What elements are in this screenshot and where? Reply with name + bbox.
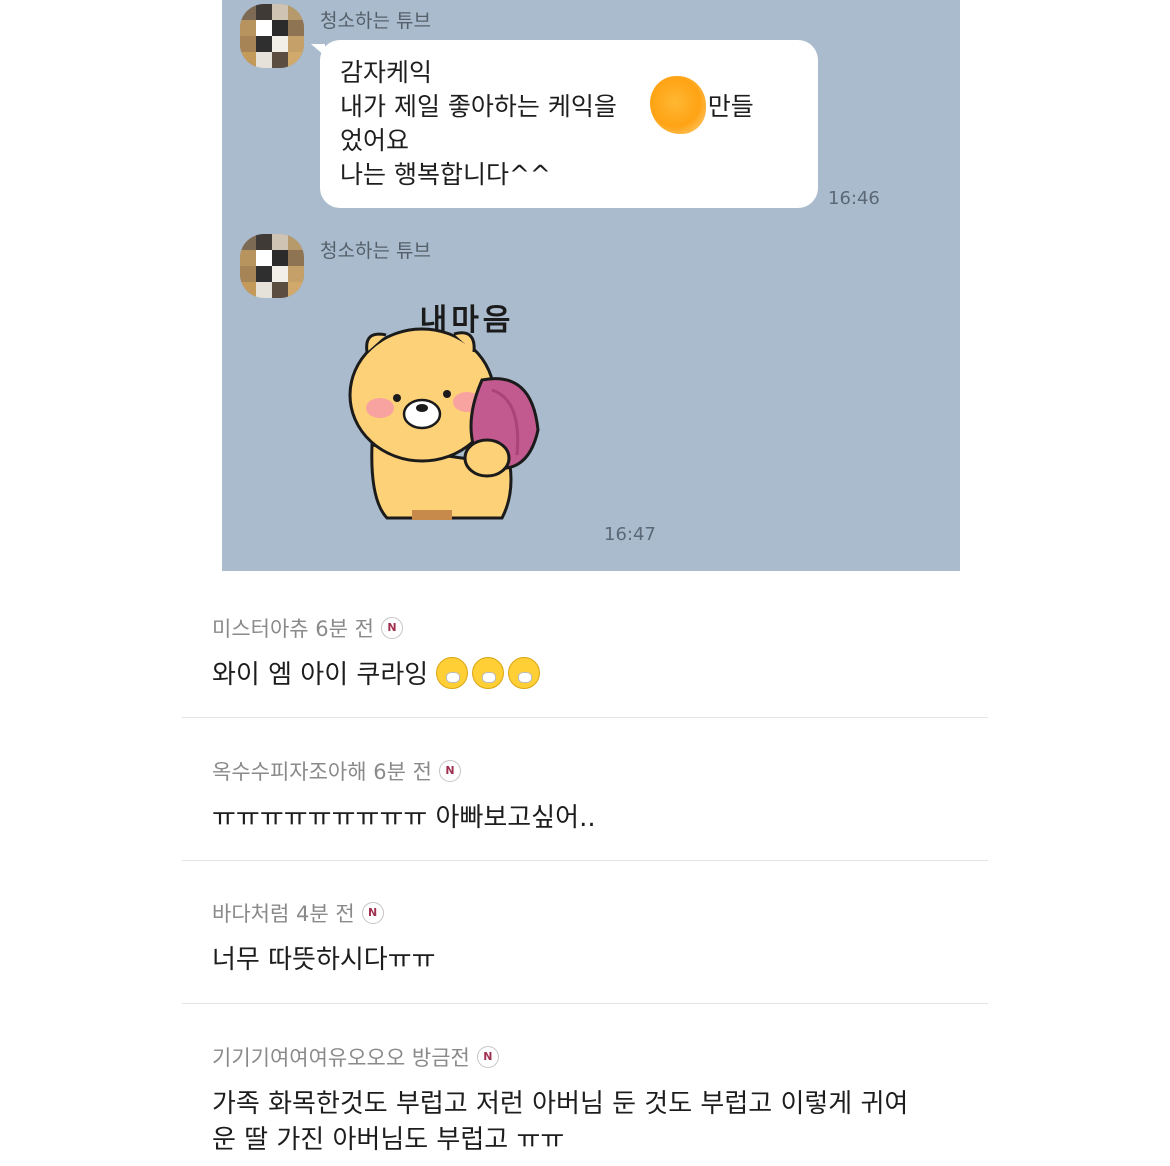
- comment-author[interactable]: 바다처럼: [212, 898, 289, 928]
- message-line: 었어요: [340, 126, 410, 155]
- new-badge-icon: N: [438, 760, 461, 782]
- comment-author[interactable]: 기기기여여여유오오오: [212, 1042, 405, 1072]
- comment-author[interactable]: 미스터아츄: [212, 613, 309, 643]
- sender-avatar: [240, 234, 304, 298]
- message-bubble: 감자케익 내가 제일 좋아하는 케익을 가 만들 었어요 나는 행복합니다^^: [311, 40, 818, 208]
- comment-time: 6분 전: [373, 760, 432, 784]
- sender-name: 청소하는 튜브: [320, 10, 431, 32]
- comment-text: 와이 엠 아이 쿠라잉: [212, 657, 972, 693]
- comment-text: ㅠㅠㅠㅠㅠㅠㅠㅠㅠ 아빠보고싶어..: [212, 803, 596, 833]
- message-time: 16:46: [828, 188, 880, 209]
- comment-divider: [182, 1003, 988, 1004]
- sneezing-face-icon: [436, 657, 469, 689]
- comment-time: 방금전: [411, 1046, 470, 1070]
- message-time: 16:47: [604, 524, 656, 545]
- comment-meta: 미스터아츄 6분 전 N: [212, 613, 972, 643]
- new-badge-icon: N: [361, 902, 384, 924]
- new-badge-icon: N: [380, 617, 403, 639]
- message-line: 감자케익: [340, 58, 433, 87]
- comment: 미스터아츄 6분 전 N 와이 엠 아이 쿠라잉: [212, 613, 972, 693]
- redaction-scribble: [650, 76, 706, 134]
- comment-meta: 바다처럼 4분 전 N: [212, 898, 972, 928]
- new-badge-icon: N: [476, 1046, 499, 1068]
- comment: 옥수수피자조아해 6분 전 N ㅠㅠㅠㅠㅠㅠㅠㅠㅠ 아빠보고싶어..: [212, 756, 972, 836]
- sender-avatar: [240, 4, 304, 68]
- comment-author[interactable]: 옥수수피자조아해: [212, 756, 367, 786]
- comment-text-content: 와이 엠 아이 쿠라잉: [212, 660, 429, 690]
- message-line-part: 내가 제일 좋아하는 케익을: [340, 92, 617, 121]
- comment-time: 4분 전: [295, 902, 355, 926]
- sneezing-face-icon: [508, 657, 541, 689]
- message-line: 나는 행복합니다^^: [340, 160, 551, 189]
- comment-text: 너무 따뜻하시다ㅠㅠ: [212, 945, 436, 975]
- comment-meta: 옥수수피자조아해 6분 전 N: [212, 756, 972, 786]
- comment: 기기기여여여유오오오 방금전 N 가족 화목한것도 부럽고 저런 아버님 둔 것도…: [212, 1042, 972, 1158]
- comment-meta: 기기기여여여유오오오 방금전 N: [212, 1042, 972, 1072]
- message-line: 내가 제일 좋아하는 케익을 가 만들: [340, 90, 798, 124]
- chunsik-sticker: 내마음: [348, 303, 540, 520]
- comment-divider: [182, 717, 988, 718]
- comment-text-line: 가족 화목한것도 부럽고 저런 아버님 둔 것도 부럽고 이렇게 귀여: [212, 1089, 909, 1119]
- comment-time: 6분 전: [315, 617, 374, 641]
- chat-screenshot: 청소하는 튜브 감자케익 내가 제일 좋아하는 케익을 가 만들 었어요 나는 행…: [222, 0, 960, 571]
- comment-divider: [182, 860, 988, 861]
- comment: 바다처럼 4분 전 N 너무 따뜻하시다ㅠㅠ: [212, 898, 972, 978]
- sneezing-face-icon: [472, 657, 505, 689]
- comment-text-line: 운 딸 가진 아버님도 부럽고 ㅠㅠ: [212, 1125, 565, 1155]
- sender-name: 청소하는 튜브: [320, 240, 431, 262]
